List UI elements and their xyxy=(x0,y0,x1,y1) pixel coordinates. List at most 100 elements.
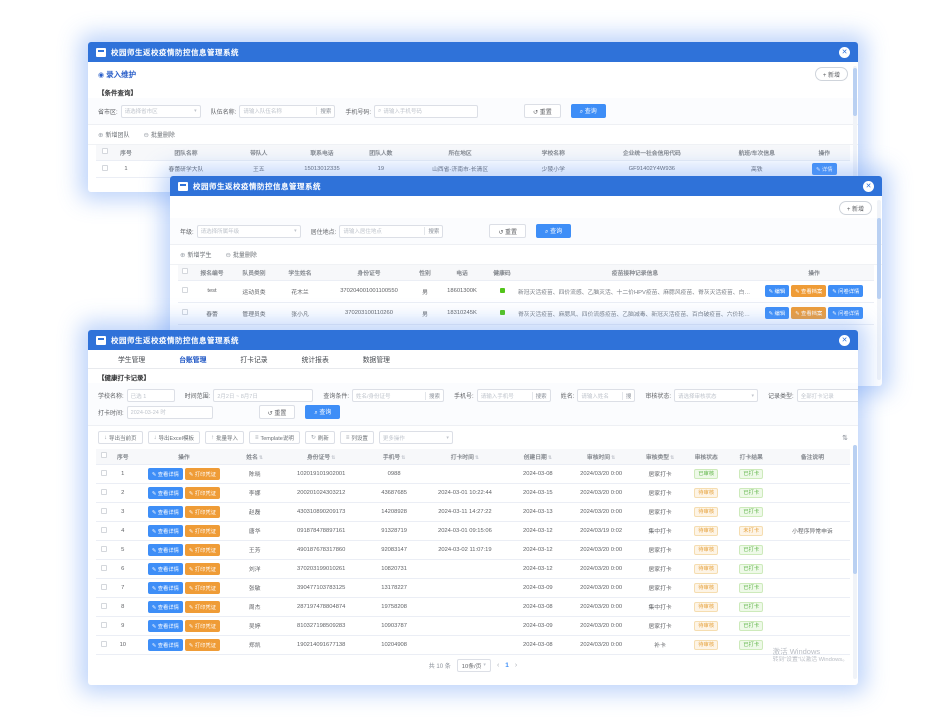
row-action-打印凭证[interactable]: ✎ 打印凭证 xyxy=(185,639,220,651)
sort-icon[interactable]: ⇅ xyxy=(475,455,479,461)
filter-select[interactable]: 请选择省市区▾ xyxy=(121,105,201,118)
checkbox[interactable] xyxy=(101,565,107,571)
toolbar-button-导出当前页[interactable]: ↓导出当前页 xyxy=(98,431,143,444)
window1-titlebar[interactable]: 校园师生返校疫情防控信息管理系统 ✕ xyxy=(88,42,858,62)
sort-order-icon[interactable]: ⇅ xyxy=(842,434,848,442)
tab-学生管理[interactable]: 学生管理 xyxy=(118,354,145,364)
column-header-sortable[interactable]: 打卡时间⇅ xyxy=(421,449,509,464)
reset-button[interactable]: ↺ 重置 xyxy=(259,405,296,419)
checkbox[interactable] xyxy=(182,287,188,293)
checkbox[interactable] xyxy=(101,622,107,628)
toolbar-button-Template说明[interactable]: ≡Template说明 xyxy=(249,431,300,444)
toolbar-button-刷新[interactable]: ↻刷新 xyxy=(305,431,335,444)
column-header-sortable[interactable]: 手机号⇅ xyxy=(367,449,421,464)
next-page-button[interactable]: › xyxy=(515,662,517,669)
row-action-查看详情[interactable]: ✎ 查看详情 xyxy=(148,487,183,499)
row-action-查看详情[interactable]: ✎ 查看详情 xyxy=(148,468,183,480)
row-action-查看详情[interactable]: ✎ 查看详情 xyxy=(148,544,183,556)
scrollbar-thumb[interactable] xyxy=(853,68,857,116)
column-header-sortable[interactable]: 姓名⇅ xyxy=(234,449,275,464)
row-action-打印凭证[interactable]: ✎ 打印凭证 xyxy=(185,544,220,556)
filter-select[interactable]: 请选择审核状态▾ xyxy=(674,389,758,402)
search-button[interactable]: ⌕ 查询 xyxy=(305,405,340,419)
prev-page-button[interactable]: ‹ xyxy=(497,662,499,669)
checkbox[interactable] xyxy=(101,470,107,476)
row-action-打印凭证[interactable]: ✎ 打印凭证 xyxy=(185,601,220,613)
row-action-查看详情[interactable]: ✎ 查看详情 xyxy=(148,601,183,613)
toolbar-button-新增团队[interactable]: ⊕新增团队 xyxy=(98,130,129,139)
search-suffix-button[interactable]: 搜 xyxy=(622,392,632,400)
row-action-打印凭证[interactable]: ✎ 打印凭证 xyxy=(185,525,220,537)
scrollbar[interactable] xyxy=(853,66,857,186)
filter-input[interactable]: 请输入队伍名称搜索 xyxy=(239,105,335,118)
toolbar-button-新增学生[interactable]: ⊕新增学生 xyxy=(180,250,211,259)
column-header-sortable[interactable]: 审核类型⇅ xyxy=(635,449,684,464)
close-icon[interactable]: ✕ xyxy=(839,47,850,58)
filter-input[interactable]: 2024-03-24 时 xyxy=(127,406,213,419)
tab-打卡记录[interactable]: 打卡记录 xyxy=(240,354,267,364)
window3-titlebar[interactable]: 校园师生返校疫情防控信息管理系统 ✕ xyxy=(88,330,858,350)
page-size-select[interactable]: 10条/页▾ xyxy=(457,659,491,672)
row-action-问卷详情[interactable]: ✎ 问卷详情 xyxy=(828,285,863,297)
filter-select[interactable]: 请选择所属年级▾ xyxy=(197,225,301,238)
sort-icon[interactable]: ⇅ xyxy=(548,455,552,461)
filter-select[interactable]: 全部打卡记录▾ xyxy=(797,389,858,402)
row-action-查看详情[interactable]: ✎ 查看详情 xyxy=(148,506,183,518)
checkbox[interactable] xyxy=(102,165,108,171)
checkbox[interactable] xyxy=(101,603,107,609)
row-action-打印凭证[interactable]: ✎ 打印凭证 xyxy=(185,563,220,575)
column-header-sortable[interactable]: 身份证号⇅ xyxy=(275,449,367,464)
row-action-查看详情[interactable]: ✎ 查看详情 xyxy=(148,582,183,594)
row-action-打印凭证[interactable]: ✎ 打印凭证 xyxy=(185,506,220,518)
checkbox[interactable] xyxy=(101,527,107,533)
checkbox[interactable] xyxy=(101,641,107,647)
search-suffix-button[interactable]: 搜索 xyxy=(425,392,440,400)
window2-titlebar[interactable]: 校园师生返校疫情防控信息管理系统 ✕ xyxy=(170,176,882,196)
row-action-查看详情[interactable]: ✎ 查看详情 xyxy=(148,620,183,632)
checkbox[interactable] xyxy=(182,309,188,315)
filter-input[interactable]: ⌕请输入手机号码 xyxy=(374,105,478,118)
reset-button[interactable]: ↺ 重置 xyxy=(489,224,526,238)
tab-统计报表[interactable]: 统计报表 xyxy=(302,354,329,364)
row-action-打印凭证[interactable]: ✎ 打印凭证 xyxy=(185,468,220,480)
scrollbar[interactable] xyxy=(853,445,857,679)
scrollbar[interactable] xyxy=(877,200,881,380)
row-action-编辑[interactable]: ✎ 编辑 xyxy=(765,307,790,319)
row-action-查看档案[interactable]: ✎ 查看档案 xyxy=(791,307,826,319)
sort-icon[interactable]: ⇅ xyxy=(670,455,674,461)
checkbox[interactable] xyxy=(101,452,107,458)
toolbar-button-批量删除[interactable]: ⊖批量删除 xyxy=(225,250,256,259)
row-action-查看档案[interactable]: ✎ 查看档案 xyxy=(791,285,826,297)
toolbar-button-批量导入[interactable]: ↑批量导入 xyxy=(205,431,244,444)
column-header-sortable[interactable]: 审核时间⇅ xyxy=(567,449,636,464)
filter-input[interactable]: 已选 1 xyxy=(127,389,175,402)
row-action-查看详情[interactable]: ✎ 查看详情 xyxy=(148,563,183,575)
tab-数据管理[interactable]: 数据管理 xyxy=(363,354,390,364)
bulk-action-select[interactable]: 更多操作▾ xyxy=(379,431,453,444)
checkbox[interactable] xyxy=(101,508,107,514)
sort-icon[interactable]: ⇅ xyxy=(259,455,263,461)
search-suffix-button[interactable]: 搜索 xyxy=(316,107,331,115)
filter-input[interactable]: 2月2日 ~ 8月7日 xyxy=(213,389,313,402)
checkbox[interactable] xyxy=(101,489,107,495)
search-button[interactable]: ⌕ 查询 xyxy=(536,224,571,238)
scrollbar-thumb[interactable] xyxy=(853,445,857,574)
page-number[interactable]: 1 xyxy=(505,662,509,669)
close-icon[interactable]: ✕ xyxy=(839,335,850,346)
detail-button[interactable]: ✎ 详情 xyxy=(812,163,837,175)
row-action-打印凭证[interactable]: ✎ 打印凭证 xyxy=(185,620,220,632)
add-button[interactable]: + 新增 xyxy=(839,201,872,215)
sort-icon[interactable]: ⇅ xyxy=(611,455,615,461)
filter-input[interactable]: 姓名/身份证号搜索 xyxy=(352,389,444,402)
column-header-sortable[interactable]: 创建日期⇅ xyxy=(509,449,567,464)
search-suffix-button[interactable]: 搜索 xyxy=(424,227,439,235)
row-action-查看详情[interactable]: ✎ 查看详情 xyxy=(148,639,183,651)
tab-台账管理[interactable]: 台账管理 xyxy=(179,354,206,364)
search-button[interactable]: ⌕ 查询 xyxy=(571,104,606,118)
row-action-打印凭证[interactable]: ✎ 打印凭证 xyxy=(185,487,220,499)
row-action-问卷详情[interactable]: ✎ 问卷详情 xyxy=(828,307,863,319)
toolbar-button-批量删除[interactable]: ⊖批量删除 xyxy=(143,130,174,139)
toolbar-button-导出Excel模板[interactable]: ↓导出Excel模板 xyxy=(148,431,200,444)
checkbox[interactable] xyxy=(101,546,107,552)
checkbox[interactable] xyxy=(102,148,108,154)
